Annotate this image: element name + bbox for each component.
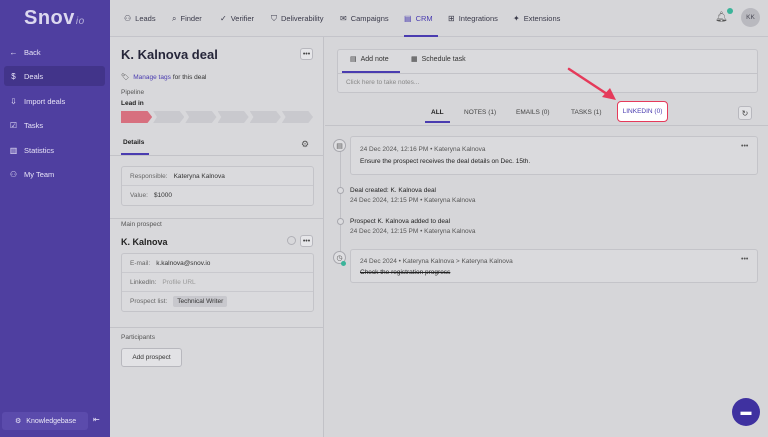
notification-dot (727, 8, 733, 14)
event-text: Prospect K. Kalnova added to deal (350, 218, 451, 225)
pipeline-stages[interactable] (121, 111, 314, 123)
leads-icon: ⚇ (124, 14, 132, 23)
nav-extensions[interactable]: ✦ Extensions (513, 0, 560, 37)
value-row[interactable]: Value: $1000 (122, 186, 313, 205)
event-meta: 24 Dec 2024, 12:15 PM • Kateryna Kalnova (350, 228, 476, 235)
main-prospect-label: Main prospect (121, 221, 162, 228)
divider (110, 155, 324, 156)
mail-icon: ✉ (340, 14, 347, 23)
pipeline-stage[interactable] (217, 111, 249, 123)
chat-icon[interactable]: ▬ (732, 398, 760, 426)
shield-icon: ⛉ (271, 13, 277, 23)
nav-leads[interactable]: ⚇ Leads (124, 0, 156, 37)
sidebar-item-back[interactable]: ← Back (4, 42, 105, 62)
prospect-details-card: E-mail: k.kalnova@snov.io LinkedIn: Profil… (121, 253, 314, 312)
tag-icon: 🏷︎ (121, 74, 130, 81)
logo[interactable]: Snovio (24, 7, 85, 30)
note-more-icon[interactable]: ••• (741, 143, 748, 150)
tags-row: 🏷︎ Manage tags for this deal (121, 73, 207, 82)
sidebar-item-statistics[interactable]: ▥ Statistics (4, 140, 105, 160)
deal-panel: K. Kalnova deal ••• 🏷︎ Manage tags for t… (110, 37, 324, 437)
activity-panel: ▤ Add note ▦ Schedule task Click here to t… (325, 37, 768, 437)
task-card[interactable]: 24 Dec 2024 • Kateryna Kalnova > Kateryn… (350, 249, 758, 283)
sidebar: Snovio ← Back $ Deals ⇩ Import deals ☑ Tasks… (0, 0, 110, 437)
crm-icon: ▤ (404, 14, 412, 23)
sidebar-item-tasks[interactable]: ☑ Tasks (4, 115, 105, 135)
annotation-arrow (567, 67, 616, 100)
puzzle-icon: ✦ (513, 14, 520, 23)
note-text: Ensure the prospect receives the deal de… (360, 158, 531, 165)
responsible-row[interactable]: Responsible: Kateryna Kalnova (122, 167, 313, 186)
bell-icon[interactable]: 🔔︎ (715, 12, 728, 23)
deal-details-card: Responsible: Kateryna Kalnova Value: $1000 (121, 166, 314, 206)
gear-icon: ⚙ (15, 418, 22, 425)
top-navigation: ⚇ Leads ⌕ Finder ✓ Verifier ⛉ Deliverability… (110, 0, 768, 37)
avatar[interactable]: KK (741, 8, 760, 27)
sidebar-item-deals[interactable]: $ Deals (4, 66, 105, 86)
check-circle-icon: ✓ (220, 14, 227, 23)
stage-label: Lead in (121, 100, 144, 107)
team-icon: ⚇ (9, 169, 18, 179)
import-icon: ⇩ (10, 96, 17, 106)
email-row[interactable]: E-mail: k.kalnova@snov.io (122, 254, 313, 273)
status-circle-icon (287, 236, 296, 245)
pipeline-label: Pipeline (121, 89, 145, 96)
arrow-left-icon: ← (9, 47, 18, 57)
nav-campaigns[interactable]: ✉ Campaigns (340, 0, 389, 37)
pipeline-stage[interactable] (153, 111, 185, 123)
event-meta: 24 Dec 2024, 12:15 PM • Kateryna Kalnova (350, 197, 476, 204)
tab-details[interactable]: Details (123, 139, 144, 146)
prospect-list-badge[interactable]: Technical Writer (173, 296, 228, 307)
status-dot (341, 261, 346, 266)
manage-tags-link[interactable]: Manage tags (133, 74, 171, 81)
task-text: Check the registration progress (360, 269, 451, 276)
pipeline-stage[interactable] (121, 111, 153, 123)
nav-verifier[interactable]: ✓ Verifier (220, 0, 254, 37)
divider (110, 218, 324, 219)
note-card[interactable]: 24 Dec 2024, 12:16 PM • Kateryna Kalnova… (350, 136, 758, 175)
pipeline-stage[interactable] (249, 111, 281, 123)
nav-finder[interactable]: ⌕ Finder (172, 0, 202, 37)
prospect-name[interactable]: K. Kalnova (121, 237, 168, 247)
timeline-dot (337, 187, 344, 194)
nav-integrations[interactable]: ⊞ Integrations (448, 0, 498, 37)
nav-crm[interactable]: ▤ CRM (404, 0, 433, 37)
dollar-icon: $ (11, 71, 16, 81)
deal-more-button[interactable]: ••• (300, 48, 313, 60)
gear-icon[interactable]: ⚙ (301, 139, 309, 150)
chart-icon: ▥ (9, 145, 18, 155)
timeline-line (340, 149, 341, 264)
pipeline-stage[interactable] (185, 111, 217, 123)
prospect-more-button[interactable]: ••• (300, 235, 313, 247)
prospect-list-row[interactable]: Prospect list: Technical Writer (122, 292, 313, 311)
participants-label: Participants (121, 334, 155, 341)
tasks-icon: ☑ (9, 120, 18, 130)
note-meta: 24 Dec 2024, 12:16 PM • Kateryna Kalnova (360, 146, 486, 153)
timeline-dot (337, 218, 344, 225)
note-icon: ▤ (333, 139, 346, 152)
event-text: Deal created: K. Kalnova deal (350, 187, 436, 194)
pipeline-stage[interactable] (281, 111, 314, 123)
linkedin-row[interactable]: LinkedIn: Profile URL (122, 273, 313, 292)
add-prospect-button[interactable]: Add prospect (121, 348, 182, 367)
task-more-icon[interactable]: ••• (741, 256, 748, 263)
nav-deliverability[interactable]: ⛉ Deliverability (271, 0, 324, 37)
filter-active-indicator (425, 121, 450, 123)
sidebar-item-import-deals[interactable]: ⇩ Import deals (4, 91, 105, 111)
task-meta: 24 Dec 2024 • Kateryna Kalnova > Kateryn… (360, 258, 513, 265)
grid-icon: ⊞ (448, 14, 455, 23)
divider (110, 327, 324, 328)
sidebar-item-my-team[interactable]: ⚇ My Team (4, 164, 105, 184)
knowledgebase-button[interactable]: ⚙ Knowledgebase (2, 412, 88, 430)
divider (325, 125, 768, 126)
search-icon: ⌕ (172, 13, 177, 23)
deal-title: K. Kalnova deal (121, 47, 218, 62)
collapse-sidebar-icon[interactable]: ⇤ (93, 415, 100, 424)
